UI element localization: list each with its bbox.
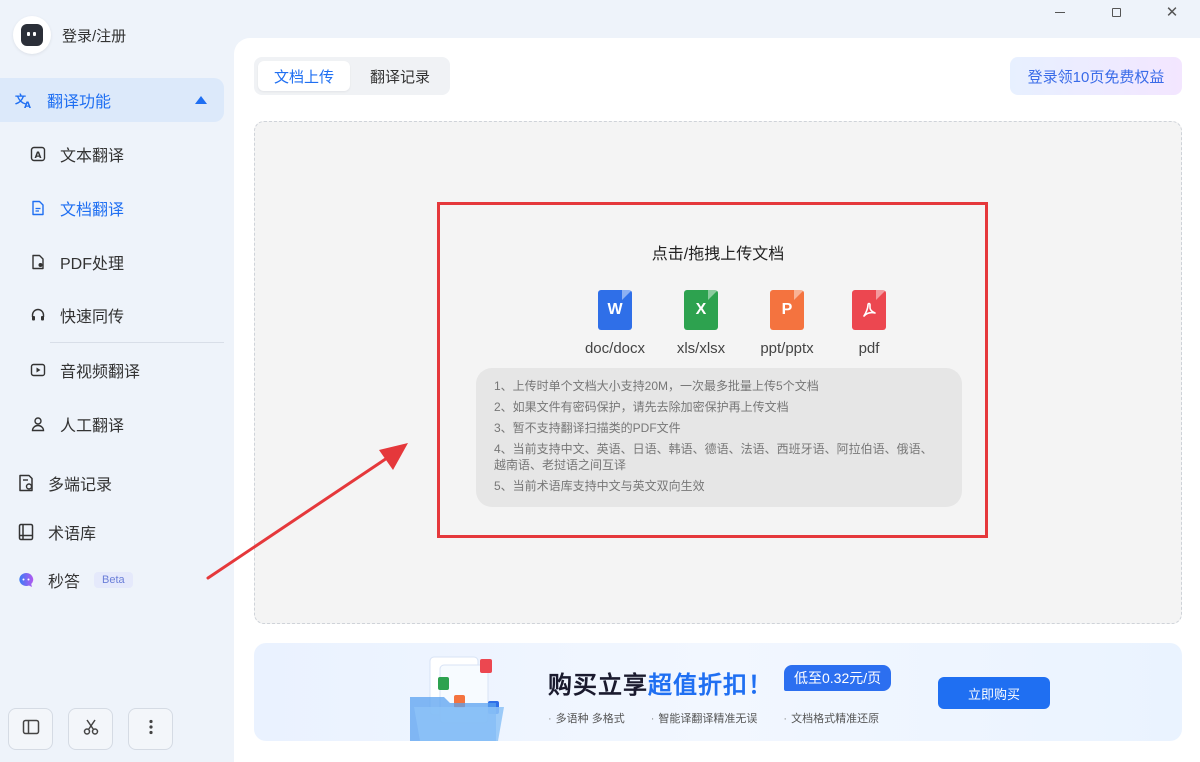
tab-translation-history[interactable]: 翻译记录: [354, 61, 446, 91]
sidebar: 登录/注册 文A 翻译功能 A 文本翻译 文档翻译 PDF处理 快速同传 音视频…: [0, 0, 234, 762]
text-box-icon: A: [30, 146, 46, 162]
beta-badge: Beta: [94, 572, 133, 588]
sidebar-item-simultaneous[interactable]: 快速同传: [30, 300, 124, 330]
excel-file-icon: X: [684, 290, 718, 330]
login-register-label: 登录/注册: [62, 27, 127, 45]
sidebar-item-label: PDF处理: [60, 256, 125, 273]
nav-group-label: 翻译功能: [47, 94, 112, 111]
more-vertical-icon: [142, 718, 160, 741]
upload-title: 点击/拖拽上传文档: [651, 246, 785, 263]
toggle-sidebar-button[interactable]: [8, 708, 53, 750]
translate-icon: 文A: [14, 90, 34, 110]
book-icon: [17, 523, 35, 541]
sidebar-item-glossary[interactable]: 术语库: [17, 517, 96, 547]
note-line: 2、如果文件有密码保护，请先去除加密保护再上传文档: [494, 400, 789, 414]
file-type-powerpoint: P ppt/pptx: [747, 290, 827, 357]
scissors-icon: [82, 718, 100, 741]
upload-notes: 1、上传时单个文档大小支持20M，一次最多批量上传5个文档 2、如果文件有密码保…: [476, 368, 962, 507]
svg-text:A: A: [35, 151, 42, 161]
banner-title-highlight: 超值折扣！: [648, 672, 773, 699]
sidebar-item-label: 多端记录: [48, 477, 113, 494]
buy-now-button[interactable]: 立即购买: [938, 677, 1050, 709]
nav-group-translation[interactable]: 文A 翻译功能: [0, 78, 224, 122]
layout-icon: [22, 718, 40, 741]
file-type-label: pdf: [858, 340, 880, 357]
note-line: 1、上传时单个文档大小支持20M，一次最多批量上传5个文档: [494, 379, 819, 393]
avatar: [13, 16, 51, 54]
file-type-pdf: pdf: [829, 290, 909, 357]
svg-text:A: A: [24, 101, 31, 110]
banner-feature: 多语种 多格式: [548, 710, 625, 726]
purchase-banner: 购买立享超值折扣！ 低至0.32元/页 多语种 多格式 智能译翻译精准无误 文档…: [254, 643, 1182, 741]
main-panel: 文档上传 翻译记录 登录领10页免费权益 点击/拖拽上传文档 W doc/doc…: [234, 38, 1200, 762]
file-type-label: doc/docx: [584, 340, 646, 357]
more-button[interactable]: [128, 708, 173, 750]
records-icon: [17, 474, 35, 492]
robot-face-icon: [21, 24, 43, 46]
minimize-button[interactable]: [1032, 0, 1088, 24]
sidebar-item-av-translation[interactable]: 音视频翻译: [30, 355, 140, 385]
banner-feature: 智能译翻译精准无误: [651, 710, 757, 726]
login-promo-button[interactable]: 登录领10页免费权益: [1010, 57, 1182, 95]
login-register-button[interactable]: 登录/注册: [13, 16, 126, 54]
note-line: 4、当前支持中文、英语、日语、韩语、德语、法语、西班牙语、阿拉伯语、俄语、越南语…: [494, 442, 933, 472]
headset-icon: [30, 307, 46, 323]
sidebar-bottom-toolbar: [8, 708, 173, 750]
folder-illustration: [400, 651, 520, 741]
person-icon: [30, 416, 46, 432]
tab-document-upload[interactable]: 文档上传: [258, 61, 351, 91]
tab-bar: 文档上传 翻译记录: [254, 57, 451, 95]
caret-up-icon: [195, 96, 207, 104]
maximize-icon: [1111, 7, 1121, 17]
divider: [50, 342, 224, 343]
note-line: 3、暂不支持翻译扫描类的PDF文件: [494, 421, 681, 435]
word-file-icon: W: [598, 290, 632, 330]
sidebar-item-label: 文档翻译: [60, 202, 125, 219]
document-icon: [30, 200, 46, 216]
file-type-excel: X xls/xlsx: [661, 290, 741, 357]
minimize-icon: [1055, 11, 1065, 13]
close-icon: ✕: [1165, 3, 1179, 21]
sidebar-item-quick-answer[interactable]: 秒答 Beta: [17, 565, 133, 595]
window-controls: ✕: [1032, 0, 1200, 24]
banner-feature: 文档格式精准还原: [783, 710, 879, 726]
sidebar-item-text-translation[interactable]: A 文本翻译: [30, 139, 124, 169]
sidebar-item-multi-records[interactable]: 多端记录: [17, 468, 112, 498]
pdf-file-icon: [30, 254, 46, 270]
ai-chat-icon: [17, 571, 35, 589]
file-type-label: xls/xlsx: [676, 340, 726, 357]
banner-title-main: 购买立享: [548, 672, 648, 699]
pdf-file-icon: [852, 290, 886, 330]
banner-features: 多语种 多格式 智能译翻译精准无误 文档格式精准还原: [548, 710, 879, 726]
sidebar-item-label: 秒答: [48, 574, 81, 591]
file-type-label: ppt/pptx: [760, 340, 814, 357]
file-type-list: W doc/docx X xls/xlsx P ppt/pptx pdf: [575, 290, 909, 357]
screenshot-button[interactable]: [68, 708, 113, 750]
note-line: 5、当前术语库支持中文与英文双向生效: [494, 479, 705, 493]
video-play-icon: [30, 362, 46, 378]
sidebar-item-label: 音视频翻译: [60, 364, 141, 381]
maximize-button[interactable]: [1088, 0, 1144, 24]
sidebar-item-pdf-processing[interactable]: PDF处理: [30, 247, 124, 277]
file-type-word: W doc/docx: [575, 290, 655, 357]
banner-title: 购买立享超值折扣！: [548, 665, 773, 700]
sidebar-item-human-translation[interactable]: 人工翻译: [30, 409, 124, 439]
sidebar-item-document-translation[interactable]: 文档翻译: [30, 193, 124, 223]
powerpoint-file-icon: P: [770, 290, 804, 330]
sidebar-item-label: 快速同传: [60, 309, 125, 326]
close-button[interactable]: ✕: [1144, 0, 1200, 24]
sidebar-item-label: 文本翻译: [60, 148, 125, 165]
upload-dropzone[interactable]: 点击/拖拽上传文档 W doc/docx X xls/xlsx P ppt/pp…: [254, 121, 1182, 624]
price-badge: 低至0.32元/页: [784, 665, 892, 691]
sidebar-item-label: 术语库: [48, 526, 97, 543]
sidebar-item-label: 人工翻译: [60, 418, 125, 435]
